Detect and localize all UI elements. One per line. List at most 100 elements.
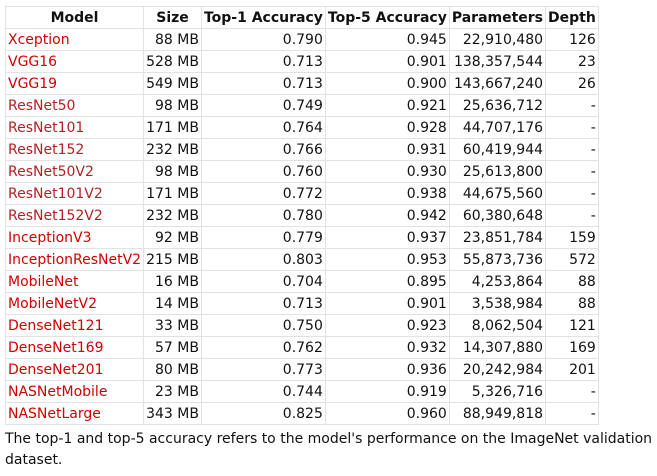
model-link[interactable]: MobileNetV2 bbox=[8, 296, 97, 312]
size-cell: 16 MB bbox=[143, 270, 202, 293]
top1-cell: 0.749 bbox=[200, 94, 326, 117]
top5-cell: 0.930 bbox=[324, 160, 450, 183]
model-link[interactable]: ResNet50 bbox=[8, 98, 75, 114]
table-row: MobileNetV2 14 MB 0.713 0.901 3,538,984 88 bbox=[4, 292, 599, 315]
parameters-cell: 60,380,648 bbox=[448, 204, 547, 227]
parameters-cell: 88,949,818 bbox=[448, 402, 547, 425]
top5-cell: 0.960 bbox=[324, 402, 450, 425]
depth-cell: - bbox=[545, 182, 599, 205]
top5-cell: 0.932 bbox=[324, 336, 450, 359]
model-link[interactable]: ResNet152V2 bbox=[8, 208, 103, 224]
depth-cell: - bbox=[545, 94, 599, 117]
table-row: MobileNet 16 MB 0.704 0.895 4,253,864 88 bbox=[4, 270, 599, 293]
model-link[interactable]: ResNet50V2 bbox=[8, 164, 94, 180]
top1-cell: 0.773 bbox=[200, 358, 326, 381]
parameters-cell: 44,675,560 bbox=[448, 182, 547, 205]
model-link[interactable]: NASNetLarge bbox=[8, 406, 101, 422]
depth-cell: 572 bbox=[545, 248, 599, 271]
depth-cell: 201 bbox=[545, 358, 599, 381]
size-cell: 171 MB bbox=[143, 116, 202, 139]
size-cell: 232 MB bbox=[143, 138, 202, 161]
model-cell: InceptionResNetV2 bbox=[4, 248, 145, 271]
model-link[interactable]: ResNet101V2 bbox=[8, 186, 103, 202]
size-cell: 343 MB bbox=[143, 402, 202, 425]
model-link[interactable]: DenseNet121 bbox=[8, 318, 103, 334]
parameters-cell: 8,062,504 bbox=[448, 314, 547, 337]
size-cell: 14 MB bbox=[143, 292, 202, 315]
model-link[interactable]: MobileNet bbox=[8, 274, 79, 290]
table-row: DenseNet201 80 MB 0.773 0.936 20,242,984 201 bbox=[4, 358, 599, 381]
table-row: ResNet50 98 MB 0.749 0.921 25,636,712- bbox=[4, 94, 599, 117]
model-link[interactable]: InceptionV3 bbox=[8, 230, 92, 246]
header-parameters: Parameters bbox=[448, 6, 547, 29]
top5-cell: 0.919 bbox=[324, 380, 450, 403]
size-cell: 98 MB bbox=[143, 94, 202, 117]
model-link[interactable]: DenseNet169 bbox=[8, 340, 103, 356]
size-cell: 92 MB bbox=[143, 226, 202, 249]
size-cell: 23 MB bbox=[143, 380, 202, 403]
top1-cell: 0.744 bbox=[200, 380, 326, 403]
parameters-cell: 55,873,736 bbox=[448, 248, 547, 271]
model-link[interactable]: DenseNet201 bbox=[8, 362, 103, 378]
top1-cell: 0.780 bbox=[200, 204, 326, 227]
table-row: Xception 88 MB 0.790 0.945 22,910,480 126 bbox=[4, 28, 599, 51]
model-cell: ResNet101V2 bbox=[4, 182, 145, 205]
model-cell: ResNet152V2 bbox=[4, 204, 145, 227]
size-cell: 549 MB bbox=[143, 72, 202, 95]
top1-cell: 0.825 bbox=[200, 402, 326, 425]
depth-cell: 121 bbox=[545, 314, 599, 337]
parameters-cell: 25,636,712 bbox=[448, 94, 547, 117]
top1-cell: 0.750 bbox=[200, 314, 326, 337]
table-row: VGG19 549 MB 0.713 0.900 143,667,240 26 bbox=[4, 72, 599, 95]
parameters-cell: 14,307,880 bbox=[448, 336, 547, 359]
model-link[interactable]: ResNet152 bbox=[8, 142, 84, 158]
depth-cell: - bbox=[545, 116, 599, 139]
top1-cell: 0.713 bbox=[200, 292, 326, 315]
table-header: Model Size Top-1 Accuracy Top-5 Accuracy… bbox=[4, 6, 599, 29]
depth-cell: 88 bbox=[545, 270, 599, 293]
size-cell: 171 MB bbox=[143, 182, 202, 205]
parameters-cell: 3,538,984 bbox=[448, 292, 547, 315]
table-row: DenseNet169 57 MB 0.762 0.932 14,307,880 169 bbox=[4, 336, 599, 359]
model-link[interactable]: VGG16 bbox=[8, 54, 57, 70]
parameters-cell: 44,707,176 bbox=[448, 116, 547, 139]
top5-cell: 0.921 bbox=[324, 94, 450, 117]
model-link[interactable]: InceptionResNetV2 bbox=[8, 252, 141, 268]
header-model: Model bbox=[4, 6, 145, 29]
top5-cell: 0.931 bbox=[324, 138, 450, 161]
size-cell: 232 MB bbox=[143, 204, 202, 227]
table-row: NASNetLarge 343 MB 0.825 0.960 88,949,818- bbox=[4, 402, 599, 425]
top5-cell: 0.936 bbox=[324, 358, 450, 381]
top1-cell: 0.779 bbox=[200, 226, 326, 249]
model-cell: ResNet50V2 bbox=[4, 160, 145, 183]
size-cell: 88 MB bbox=[143, 28, 202, 51]
top1-cell: 0.762 bbox=[200, 336, 326, 359]
model-cell: ResNet152 bbox=[4, 138, 145, 161]
table-row: InceptionResNetV2 215 MB 0.803 0.953 55,873,… bbox=[4, 248, 599, 271]
model-cell: MobileNet bbox=[4, 270, 145, 293]
table-row: DenseNet121 33 MB 0.750 0.923 8,062,504 121 bbox=[4, 314, 599, 337]
depth-cell: 126 bbox=[545, 28, 599, 51]
model-link[interactable]: ResNet101 bbox=[8, 120, 84, 136]
depth-cell: - bbox=[545, 138, 599, 161]
table-row: ResNet152 232 MB 0.766 0.931 60,419,944- bbox=[4, 138, 599, 161]
size-cell: 98 MB bbox=[143, 160, 202, 183]
top5-cell: 0.937 bbox=[324, 226, 450, 249]
top1-cell: 0.803 bbox=[200, 248, 326, 271]
size-cell: 33 MB bbox=[143, 314, 202, 337]
model-cell: DenseNet121 bbox=[4, 314, 145, 337]
table-row: ResNet101V2 171 MB 0.772 0.938 44,675,560- bbox=[4, 182, 599, 205]
parameters-cell: 143,667,240 bbox=[448, 72, 547, 95]
model-cell: DenseNet169 bbox=[4, 336, 145, 359]
top5-cell: 0.901 bbox=[324, 50, 450, 73]
top5-cell: 0.938 bbox=[324, 182, 450, 205]
top1-cell: 0.790 bbox=[200, 28, 326, 51]
header-row: Model Size Top-1 Accuracy Top-5 Accuracy… bbox=[4, 6, 599, 29]
model-link[interactable]: Xception bbox=[8, 32, 70, 48]
model-cell: DenseNet201 bbox=[4, 358, 145, 381]
top1-cell: 0.704 bbox=[200, 270, 326, 293]
model-link[interactable]: VGG19 bbox=[8, 76, 57, 92]
model-link[interactable]: NASNetMobile bbox=[8, 384, 107, 400]
model-cell: MobileNetV2 bbox=[4, 292, 145, 315]
table-row: ResNet152V2 232 MB 0.780 0.942 60,380,648- bbox=[4, 204, 599, 227]
